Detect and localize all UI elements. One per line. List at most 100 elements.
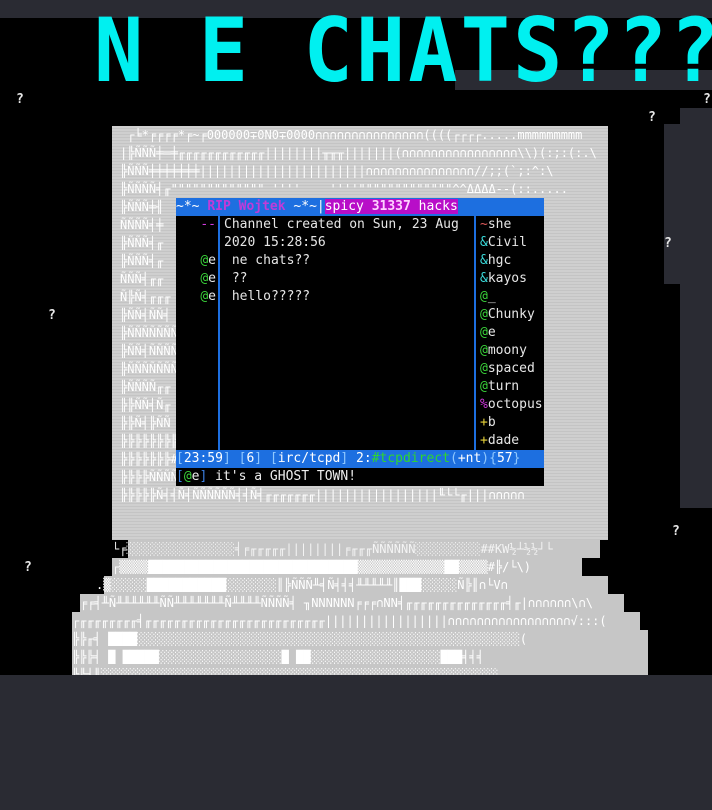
user-list-item[interactable]: &Civil — [480, 234, 527, 252]
question-mark: ? — [664, 236, 672, 251]
user-name: octopus — [487, 397, 543, 412]
base-line-3: .▒░░░░░███████████░░░░░░░║╠ÑÑÑ╨╡Ñ╡╡╡╨╨╨╨… — [96, 578, 508, 592]
user-list-item[interactable]: +dade — [480, 432, 519, 450]
nick-divider — [218, 342, 220, 360]
nick-divider — [218, 432, 220, 450]
user-mode: @ — [480, 325, 488, 340]
user-name: kayos — [487, 271, 527, 286]
monitor-art-line: Ñ╠Ñ╡╓╓╓ — [120, 290, 171, 304]
user-list-item[interactable]: @e — [480, 324, 496, 342]
user-name: Chunky — [487, 307, 535, 322]
user-list-item[interactable]: +b — [480, 414, 496, 432]
user-mode: @ — [480, 307, 488, 322]
nick-divider — [218, 378, 220, 396]
message-nick-prefix: @ — [200, 289, 209, 304]
nick-divider — [218, 324, 220, 342]
user-name: _ — [487, 289, 496, 304]
monitor-art-line: ╠╠╠╠╠Ñ╡╡Ñ╡ÑÑÑÑÑÑ╡╡Ñ╡╓╓╓╓╓╓╓|||||||||||||… — [120, 488, 525, 502]
user-mode: + — [480, 433, 488, 448]
input-nick-prefix: @ — [183, 469, 192, 484]
user-name: moony — [487, 343, 527, 358]
question-mark: ? — [703, 92, 711, 107]
status-bar: [23:59] [6] [irc/tcpd] 2:#tcpdirect(+nt)… — [176, 450, 544, 468]
monitor-art-line: |╠ÑÑÑ╪═╪╓╓╓╓╓╓╓╓╓╓╓╓||||||||╥╥╥|||||||(∩… — [120, 146, 597, 160]
message-text: ?? — [224, 271, 248, 286]
message-input[interactable]: [@e] it's a GHOST TOWN! — [176, 468, 544, 486]
nick-divider — [218, 234, 220, 252]
userlist-divider — [474, 216, 476, 450]
base-line-1: └╒░░░░░░░░░░░░░░░╡╒╓╓╓╓╓||||||||╒╓╓╓ÑÑÑÑ… — [112, 542, 553, 556]
user-mode: ~ — [480, 217, 488, 232]
nick-divider — [218, 252, 220, 270]
user-list-item[interactable]: ~she — [480, 216, 511, 234]
user-mode: + — [480, 415, 488, 430]
base-line-2: ┌▒▒▒▒█████████████████████████████▒▒▒▒▒▒… — [112, 560, 532, 574]
user-mode: % — [480, 397, 488, 412]
monitor-art-line: ╠ÑÑÑÑ╡╓""""""""""""" '''' ''''""""""""""… — [120, 182, 568, 196]
user-list-item[interactable]: @spaced — [480, 360, 535, 378]
message-nick-name: e — [208, 271, 216, 286]
user-name: Civil — [487, 235, 527, 250]
monitor-art-line: ╠ÑÑ╡ÑÑÑÑ — [120, 344, 178, 358]
monitor-art-line: ╠ÑÑÑÑÑÑÑ — [120, 362, 178, 376]
message-nick-prefix: @ — [200, 253, 209, 268]
channel-topic-number: 31337 — [371, 199, 411, 214]
scene: N E CHATS??? ? ? ? ? ? ? ? ┌╘*╒╒╒╒*╒~╒00… — [0, 0, 712, 675]
question-mark: ? — [672, 524, 680, 539]
question-mark: ? — [48, 308, 56, 323]
monitor-art-line: ╠ÑÑ╡ÑÑ╡ — [120, 308, 171, 322]
user-mode: @ — [480, 289, 488, 304]
user-list-item[interactable]: %octopus — [480, 396, 543, 414]
page-title: N E CHATS??? — [94, 0, 712, 103]
nick-divider — [218, 306, 220, 324]
monitor-art-line: ┌╘*╒╒╒╒*╒~╒000000∓0N0∓0000∩∩∩∩∩∩∩∩∩∩∩∩∩∩… — [120, 128, 583, 142]
user-list-item[interactable]: @Chunky — [480, 306, 535, 324]
user-mode: & — [480, 253, 488, 268]
user-list-item[interactable]: @turn — [480, 378, 519, 396]
user-list-item[interactable]: @moony — [480, 342, 527, 360]
message-nick-prefix: @ — [200, 271, 209, 286]
base-line-6: ╠╠╓╡ ████░░░░░░░░░░░░░░░░░░░░░░░░░░░░░░░… — [72, 632, 528, 646]
monitor-art-line: ╠ÑÑÑÑ╓╓ — [120, 380, 171, 394]
question-mark: ? — [648, 110, 656, 125]
question-mark: ? — [16, 92, 24, 107]
status-modes: +nt — [457, 451, 482, 466]
input-text[interactable]: it's a GHOST TOWN! — [207, 469, 356, 484]
channel-topic: spicy 31337 hacks — [324, 199, 458, 214]
monitor-art-line: ╠ÑÑÑ╪╢ — [120, 200, 164, 214]
monitor-art-line: ╠╠Ñ╡╠ÑÑ — [120, 416, 171, 430]
base-line-4: ╒╒╡╨Ñ╨╨╨╨╨╨ÑÑ╨╨╨╨╨╨╨Ñ╨╨╨╨ÑÑÑÑ╡ ╖NNNNNN╒╒… — [80, 596, 593, 610]
message-nick[interactable]: @e — [176, 252, 216, 270]
status-channel: #tcpdirect — [371, 451, 450, 466]
user-list-item[interactable]: &kayos — [480, 270, 527, 288]
status-window-number: 2 — [356, 451, 364, 466]
user-name: she — [487, 217, 512, 232]
user-list-item[interactable]: @_ — [480, 288, 496, 306]
base-line-7: ╠╠╠╡ █ █████░░░░░░░░░░░░░░░░░█ ██░░░░░░░… — [72, 650, 484, 664]
message-nick[interactable]: @e — [176, 270, 216, 288]
monitor-art-line: ╠ÑÑÑ╪╪╪╪╪╪╪|||||||||||||||||||||||∩∩∩∩∩∩… — [120, 164, 554, 178]
topic-bar: ~*~ RIP Wojtek ~*~|spicy 31337 hacks — [176, 198, 544, 216]
status-time: 23:59 — [183, 451, 223, 466]
nick-divider — [218, 216, 220, 234]
message-text: hello????? — [224, 289, 311, 304]
message-nick-name: -- — [200, 217, 216, 232]
user-mode: @ — [480, 343, 488, 358]
question-mark: ? — [24, 560, 32, 575]
message-nick[interactable]: -- — [176, 216, 216, 234]
irc-client-window[interactable]: ~*~ RIP Wojtek ~*~|spicy 31337 hacks -- C… — [176, 198, 544, 486]
base-line-8: ╠╠╡║░░░░░░░░░░░░░░░░░░░░░░░░░░░░░░░░░░░░… — [72, 668, 499, 675]
monitor-art-line: ╠ÑÑÑ╡╓ — [120, 254, 164, 268]
message-nick[interactable]: @e — [176, 288, 216, 306]
user-mode: & — [480, 235, 488, 250]
user-mode: & — [480, 271, 488, 286]
user-mode: @ — [480, 379, 488, 394]
user-name: hgc — [487, 253, 512, 268]
message-nick-name: e — [208, 253, 216, 268]
status-server: irc/tcpd — [277, 451, 341, 466]
topic-suffix: ~*~| — [285, 199, 325, 214]
user-list-item[interactable]: &hgc — [480, 252, 511, 270]
monitor-art-line: ÑÑÑÑ╡╪ — [120, 218, 164, 232]
monitor-art-line: ╠ÑÑÑ╡╓ — [120, 236, 164, 250]
nick-divider — [218, 270, 220, 288]
